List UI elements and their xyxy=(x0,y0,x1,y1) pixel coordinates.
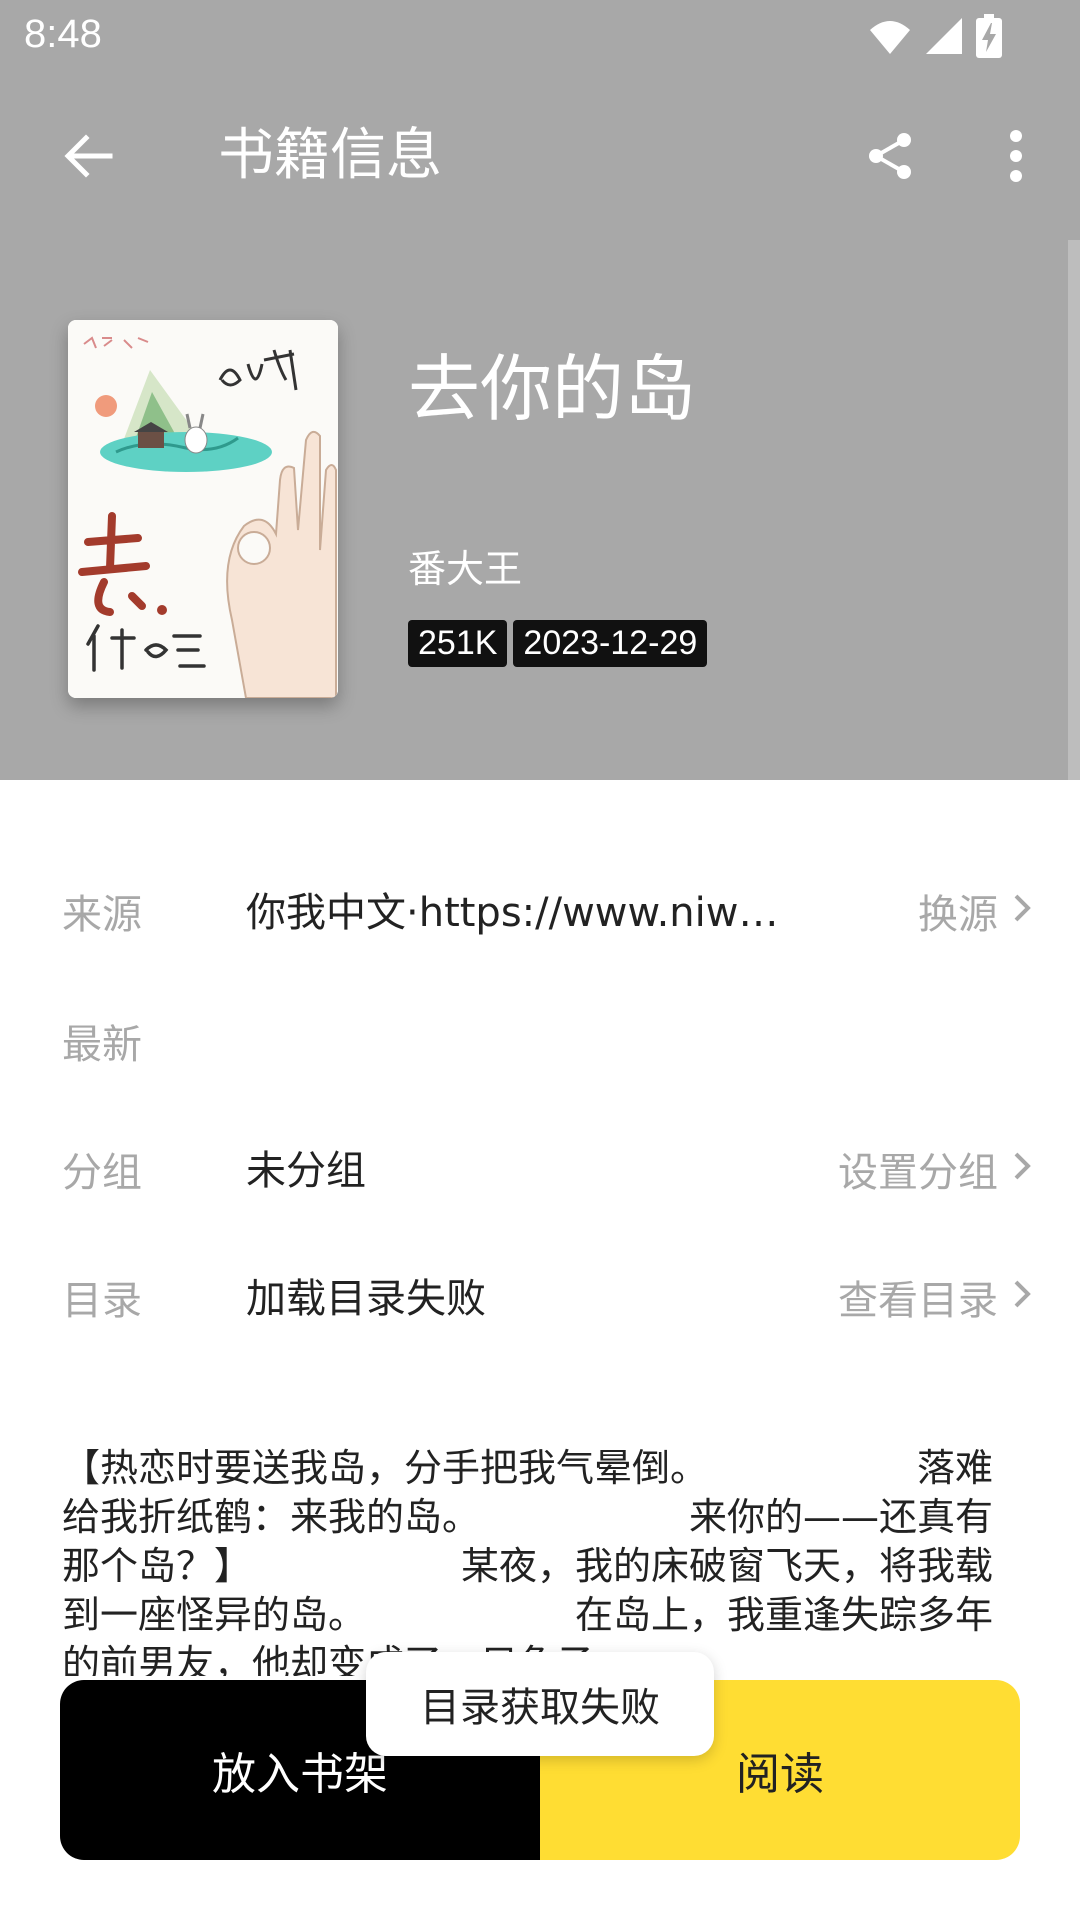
date-tag: 2023-12-29 xyxy=(513,620,708,667)
wifi-icon xyxy=(870,21,910,54)
group-value: 未分组 xyxy=(246,1148,366,1194)
battery-charging-icon xyxy=(976,14,1002,58)
page-title: 书籍信息 xyxy=(218,123,442,188)
signal-icon xyxy=(926,18,962,54)
status-bar: 8:48 xyxy=(0,0,1080,76)
latest-row: 最新 xyxy=(0,986,1080,1086)
status-icons xyxy=(868,14,1002,58)
book-cover-illustration xyxy=(68,320,338,698)
header-scrollbar xyxy=(1068,240,1080,780)
book-tags: 251K 2023-12-29 xyxy=(408,620,708,667)
chevron-right-icon xyxy=(1014,1280,1031,1308)
book-cover[interactable] xyxy=(68,320,338,698)
toc-value: 加载目录失败 xyxy=(246,1276,486,1322)
toc-label: 目录 xyxy=(62,1278,142,1324)
status-time: 8:48 xyxy=(24,12,102,56)
source-row[interactable]: 来源 你我中文·https://www.niwo… 换源 xyxy=(0,856,1080,956)
toolbar: 书籍信息 xyxy=(0,76,1080,236)
chevron-right-icon xyxy=(1014,894,1031,922)
size-tag: 251K xyxy=(408,620,508,667)
book-description[interactable]: 【热恋时要送我岛，分手把我气晕倒。 落难给我折纸鹤：来我的岛。 来你的——还真有… xyxy=(62,1444,1012,1676)
view-toc-button[interactable]: 查看目录 xyxy=(838,1268,998,1326)
back-arrow-icon xyxy=(64,134,113,178)
book-title: 去你的岛 xyxy=(408,347,697,431)
source-label: 来源 xyxy=(62,892,142,938)
more-vert-icon xyxy=(1010,130,1022,182)
book-header: 8:48 书籍信息 去你的岛 番大王 251K 2023-12-29 xyxy=(0,0,1080,780)
share-button[interactable] xyxy=(850,116,930,196)
group-label: 分组 xyxy=(62,1150,142,1196)
share-icon xyxy=(869,133,911,179)
change-source-button[interactable]: 换源 xyxy=(918,882,998,940)
chevron-right-icon xyxy=(1014,1152,1031,1180)
book-author[interactable]: 番大王 xyxy=(408,538,522,593)
group-row[interactable]: 分组 未分组 设置分组 xyxy=(0,1114,1080,1214)
toc-row[interactable]: 目录 加载目录失败 查看目录 xyxy=(0,1242,1080,1342)
latest-label: 最新 xyxy=(62,1022,142,1068)
toast-message: 目录获取失败 xyxy=(366,1652,714,1756)
source-value: 你我中文·https://www.niwo… xyxy=(246,890,786,936)
back-button[interactable] xyxy=(48,116,128,196)
more-options-button[interactable] xyxy=(976,116,1056,196)
set-group-button[interactable]: 设置分组 xyxy=(838,1140,998,1198)
